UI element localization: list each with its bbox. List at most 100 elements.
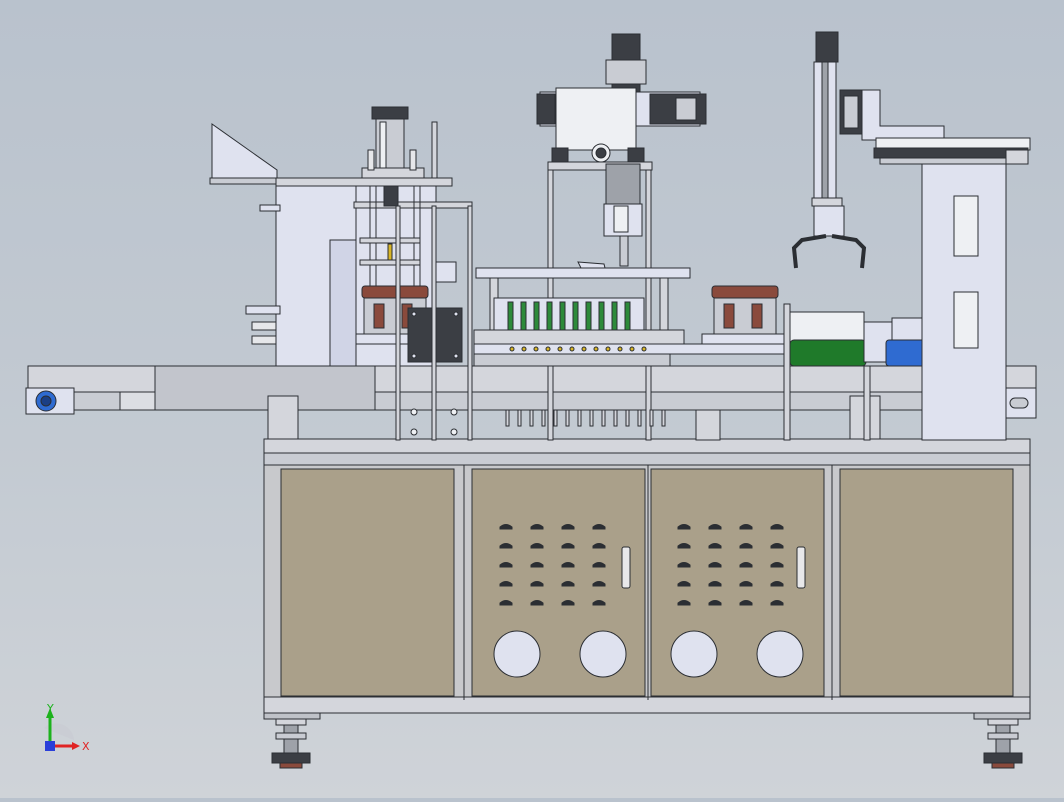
needle [637,409,642,427]
vent-slot [592,600,606,606]
leveling-foot-right [983,718,1023,769]
cabinet-top-rail [263,438,1031,454]
robot-gripper-right [831,234,867,269]
needle [505,409,510,427]
vent-slot [708,600,722,606]
top-guide-plate [475,267,691,279]
cabinet-port-4 [756,630,804,678]
needle [529,409,534,427]
cabinet-port-3 [670,630,718,678]
pin-dot [581,346,587,352]
green-slot [559,301,566,335]
conveyor-guide-left [267,395,299,440]
pin-dot [629,346,635,352]
foot-plate-left [263,712,321,720]
leveling-foot-left [271,718,311,769]
vent-slot [592,524,606,530]
needle [625,409,630,427]
vent-slot [770,543,784,549]
feeder-pin-1 [251,321,277,331]
vent-slot [499,524,513,530]
vent-slot [561,600,575,606]
cabinet-base [263,438,1031,720]
tray-left [361,285,429,299]
robot-gripper-left [791,234,827,269]
green-slot [520,301,527,335]
cabinet-panel-right [839,468,1014,697]
green-slot [624,301,631,335]
vent-slot [561,543,575,549]
needle [577,409,582,427]
vent-slot [708,562,722,568]
vent-slot [708,581,722,587]
green-slot [507,301,514,335]
vent-slot [770,562,784,568]
needle [589,409,594,427]
triad-z-axis [45,741,55,751]
conveyor-drive-block [154,365,376,411]
vent-slot [530,524,544,530]
pin-dot [605,346,611,352]
tray-right [711,285,779,299]
right-tray-station [695,285,787,441]
foot-plate-right [973,712,1031,720]
air-cylinder-cap [371,106,409,120]
pin-dot [509,346,515,352]
machine-drawing: Y X [25,31,1037,769]
cabinet-port-2 [579,630,627,678]
hopper-chute [211,123,278,181]
vent-slot [530,600,544,606]
cabinet-port-1 [493,630,541,678]
pin-dot [593,346,599,352]
vent-slot [499,581,513,587]
vent-slot [677,562,691,568]
vent-slot [530,543,544,549]
left-feeder [209,123,359,367]
vent-slot [770,581,784,587]
green-roller [789,339,867,367]
vent-slot [499,600,513,606]
pin-dot [533,346,539,352]
cad-viewport[interactable]: Y X [0,0,1064,798]
vent-slot [561,562,575,568]
vent-slot [530,581,544,587]
vent-slot [677,581,691,587]
vent-slot [739,600,753,606]
vent-slot [739,581,753,587]
needle [661,409,666,427]
vent-slot [592,581,606,587]
robot-top-motor [815,31,839,63]
needle [601,409,606,427]
needle [565,409,570,427]
vent-slot [592,543,606,549]
green-slot [546,301,553,335]
green-slot [572,301,579,335]
vent-slot [499,543,513,549]
vent-slot [530,562,544,568]
pin-dot [545,346,551,352]
vent-slot [770,600,784,606]
triad-x-label: X [82,740,90,753]
vent-slot [708,543,722,549]
pin-dot [617,346,623,352]
vent-slot [561,581,575,587]
main-base-plate [473,343,785,355]
green-slot [611,301,618,335]
needle-row [505,409,666,427]
vent-slot [770,524,784,530]
pin-dot [641,346,647,352]
vent-slot [592,562,606,568]
pin-dot [557,346,563,352]
gantry-z-axis [605,163,641,205]
needle [613,409,618,427]
cabinet-top-rail-lower [263,452,1031,466]
door-handle-right[interactable] [796,546,806,589]
vent-slot [739,562,753,568]
green-slot [533,301,540,335]
blue-motor [885,339,927,367]
conveyor [25,365,1037,440]
green-slot [598,301,605,335]
vent-slot [739,543,753,549]
door-handle-left[interactable] [621,546,631,589]
needle [541,409,546,427]
